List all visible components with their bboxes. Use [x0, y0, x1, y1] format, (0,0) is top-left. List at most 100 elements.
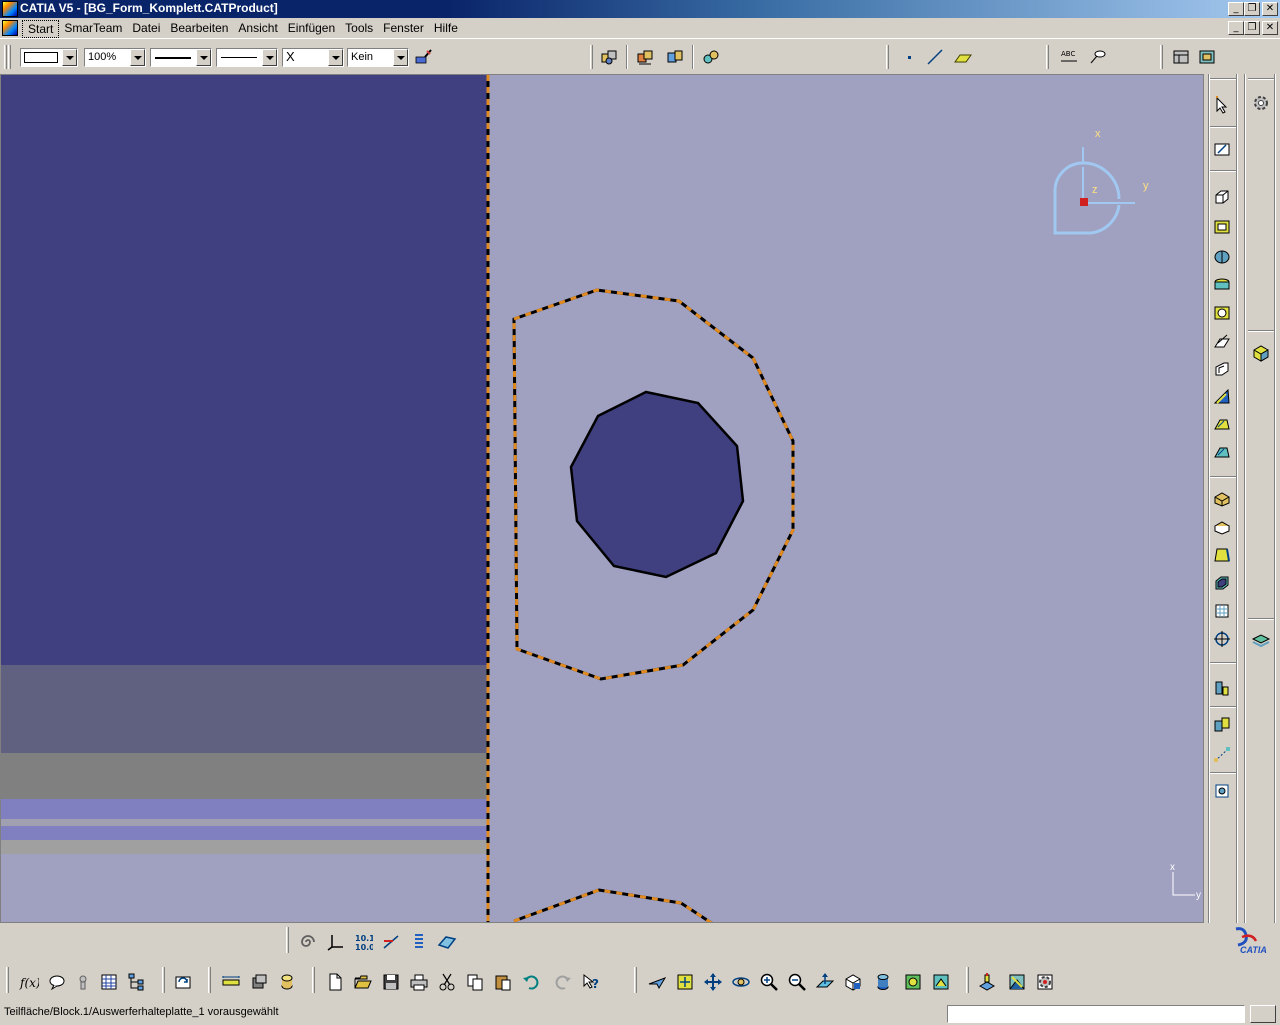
comment-icon[interactable] — [46, 971, 68, 993]
toolbar-grip[interactable] — [6, 967, 9, 993]
toolbar-grip[interactable] — [1210, 78, 1236, 80]
maximize-button[interactable]: ❐ — [1244, 2, 1260, 16]
boolean-icon[interactable] — [1211, 714, 1233, 736]
menu-start[interactable]: Start — [22, 20, 60, 38]
fly-icon[interactable] — [646, 971, 668, 993]
point-icon[interactable] — [898, 46, 920, 68]
help-icon[interactable]: ? — [580, 971, 602, 993]
chevron-down-icon[interactable] — [196, 49, 211, 66]
menu-datei[interactable]: Datei — [127, 20, 165, 38]
chamfer-icon[interactable] — [1211, 516, 1233, 538]
dimension-icon[interactable]: 10.1 10.0 — [352, 931, 374, 953]
normal-view-icon[interactable] — [814, 971, 836, 993]
measure-item-icon[interactable] — [248, 971, 270, 993]
measure-icon[interactable] — [1211, 780, 1233, 802]
line-type-select[interactable] — [216, 48, 278, 67]
toolbar-grip[interactable] — [1248, 618, 1274, 620]
spiral-icon[interactable] — [297, 931, 319, 953]
update-icon[interactable] — [172, 971, 194, 993]
toolbar-grip[interactable] — [1248, 78, 1274, 80]
compass-handle-icon[interactable] — [1080, 198, 1088, 206]
open-icon[interactable] — [352, 971, 374, 993]
measure-between-icon[interactable] — [220, 971, 242, 993]
copy-icon[interactable] — [464, 971, 486, 993]
select-icon[interactable] — [1211, 94, 1233, 116]
document-icon[interactable] — [2, 20, 18, 36]
solid-icon[interactable] — [1250, 342, 1272, 364]
toolbar-grip[interactable] — [4, 45, 7, 69]
part-face-mid[interactable] — [1, 753, 488, 799]
rib-icon[interactable] — [1211, 330, 1233, 352]
toolbar-grip[interactable] — [208, 967, 211, 993]
inertia-icon[interactable] — [276, 971, 298, 993]
view-icon[interactable] — [1196, 46, 1218, 68]
menu-hilfe[interactable]: Hilfe — [429, 20, 463, 38]
fill-color-select[interactable] — [20, 48, 78, 67]
toolbar-grip[interactable] — [162, 967, 165, 993]
print-icon[interactable] — [408, 971, 430, 993]
menu-einfuegen[interactable]: Einfügen — [283, 20, 340, 38]
line-thickness-select[interactable] — [150, 48, 212, 67]
split-icon[interactable] — [1211, 678, 1233, 700]
toolbar-grip[interactable] — [1210, 706, 1236, 708]
rotate-icon[interactable] — [730, 971, 752, 993]
pocket-icon[interactable] — [1211, 216, 1233, 238]
annotation-icon[interactable] — [1086, 46, 1108, 68]
pad-icon[interactable] — [1211, 186, 1233, 208]
power-input-field[interactable] — [947, 1005, 1245, 1023]
toolbar-grip[interactable] — [966, 967, 969, 993]
chevron-down-icon[interactable] — [393, 49, 408, 66]
knowledge-icon[interactable] — [72, 971, 94, 993]
plane-icon[interactable] — [952, 46, 974, 68]
toolbar-grip[interactable] — [1210, 772, 1236, 774]
point-symbol-select[interactable]: X — [282, 48, 344, 67]
zoom-in-icon[interactable] — [758, 971, 780, 993]
toolbar-grip[interactable] — [634, 967, 637, 993]
grid-icon[interactable] — [408, 931, 430, 953]
hole-icon[interactable] — [1211, 302, 1233, 324]
toolbar-grip[interactable] — [1210, 170, 1236, 172]
menu-smarteam[interactable]: SmarTeam — [59, 20, 127, 38]
format-painter-icon[interactable] — [412, 46, 434, 68]
redo-icon[interactable] — [552, 971, 574, 993]
save-icon[interactable] — [380, 971, 402, 993]
swap-visible-icon[interactable] — [930, 971, 952, 993]
3d-viewport[interactable]: x y z x y — [0, 74, 1204, 923]
surface-icon[interactable] — [1250, 630, 1272, 652]
menu-fenster[interactable]: Fenster — [378, 20, 429, 38]
hide-show-icon[interactable] — [902, 971, 924, 993]
assembly-move-icon[interactable] — [664, 46, 686, 68]
cut-icon[interactable] — [436, 971, 458, 993]
table-icon[interactable] — [98, 971, 120, 993]
fit-all-icon[interactable] — [674, 971, 696, 993]
chevron-down-icon[interactable] — [262, 49, 277, 66]
pan-icon[interactable] — [702, 971, 724, 993]
analysis-icon[interactable] — [1006, 971, 1028, 993]
product-icon[interactable] — [700, 46, 722, 68]
toolbar-grip[interactable] — [1248, 330, 1274, 332]
part-stripe-3[interactable] — [1, 840, 488, 854]
loft-icon[interactable] — [1211, 414, 1233, 436]
catia-app-icon[interactable] — [2, 1, 18, 17]
views-icon[interactable] — [842, 971, 864, 993]
thread-icon[interactable] — [1211, 628, 1233, 650]
power-input-button[interactable] — [1250, 1005, 1276, 1023]
shell-icon[interactable] — [1211, 572, 1233, 594]
thickness-icon[interactable] — [1211, 600, 1233, 622]
toolbar-grip[interactable] — [1210, 126, 1236, 128]
doc-close-button[interactable]: ✕ — [1262, 21, 1278, 35]
remove-loft-icon[interactable] — [1211, 442, 1233, 464]
draft-icon[interactable] — [1211, 544, 1233, 566]
slot-icon[interactable] — [1211, 358, 1233, 380]
doc-minimize-button[interactable]: _ — [1228, 21, 1244, 35]
toolbar-grip[interactable] — [1210, 476, 1236, 478]
transform-icon[interactable] — [1211, 744, 1233, 766]
assembly-icon[interactable] — [598, 46, 620, 68]
zoom-out-icon[interactable] — [786, 971, 808, 993]
compass-widget[interactable]: x y z — [1053, 128, 1149, 235]
layer-select[interactable]: Kein — [347, 48, 409, 67]
chevron-down-icon[interactable] — [62, 49, 77, 66]
toolbar-grip[interactable] — [312, 967, 315, 993]
assembly-constraint-icon[interactable] — [634, 46, 656, 68]
minimize-button[interactable]: _ — [1228, 2, 1244, 16]
